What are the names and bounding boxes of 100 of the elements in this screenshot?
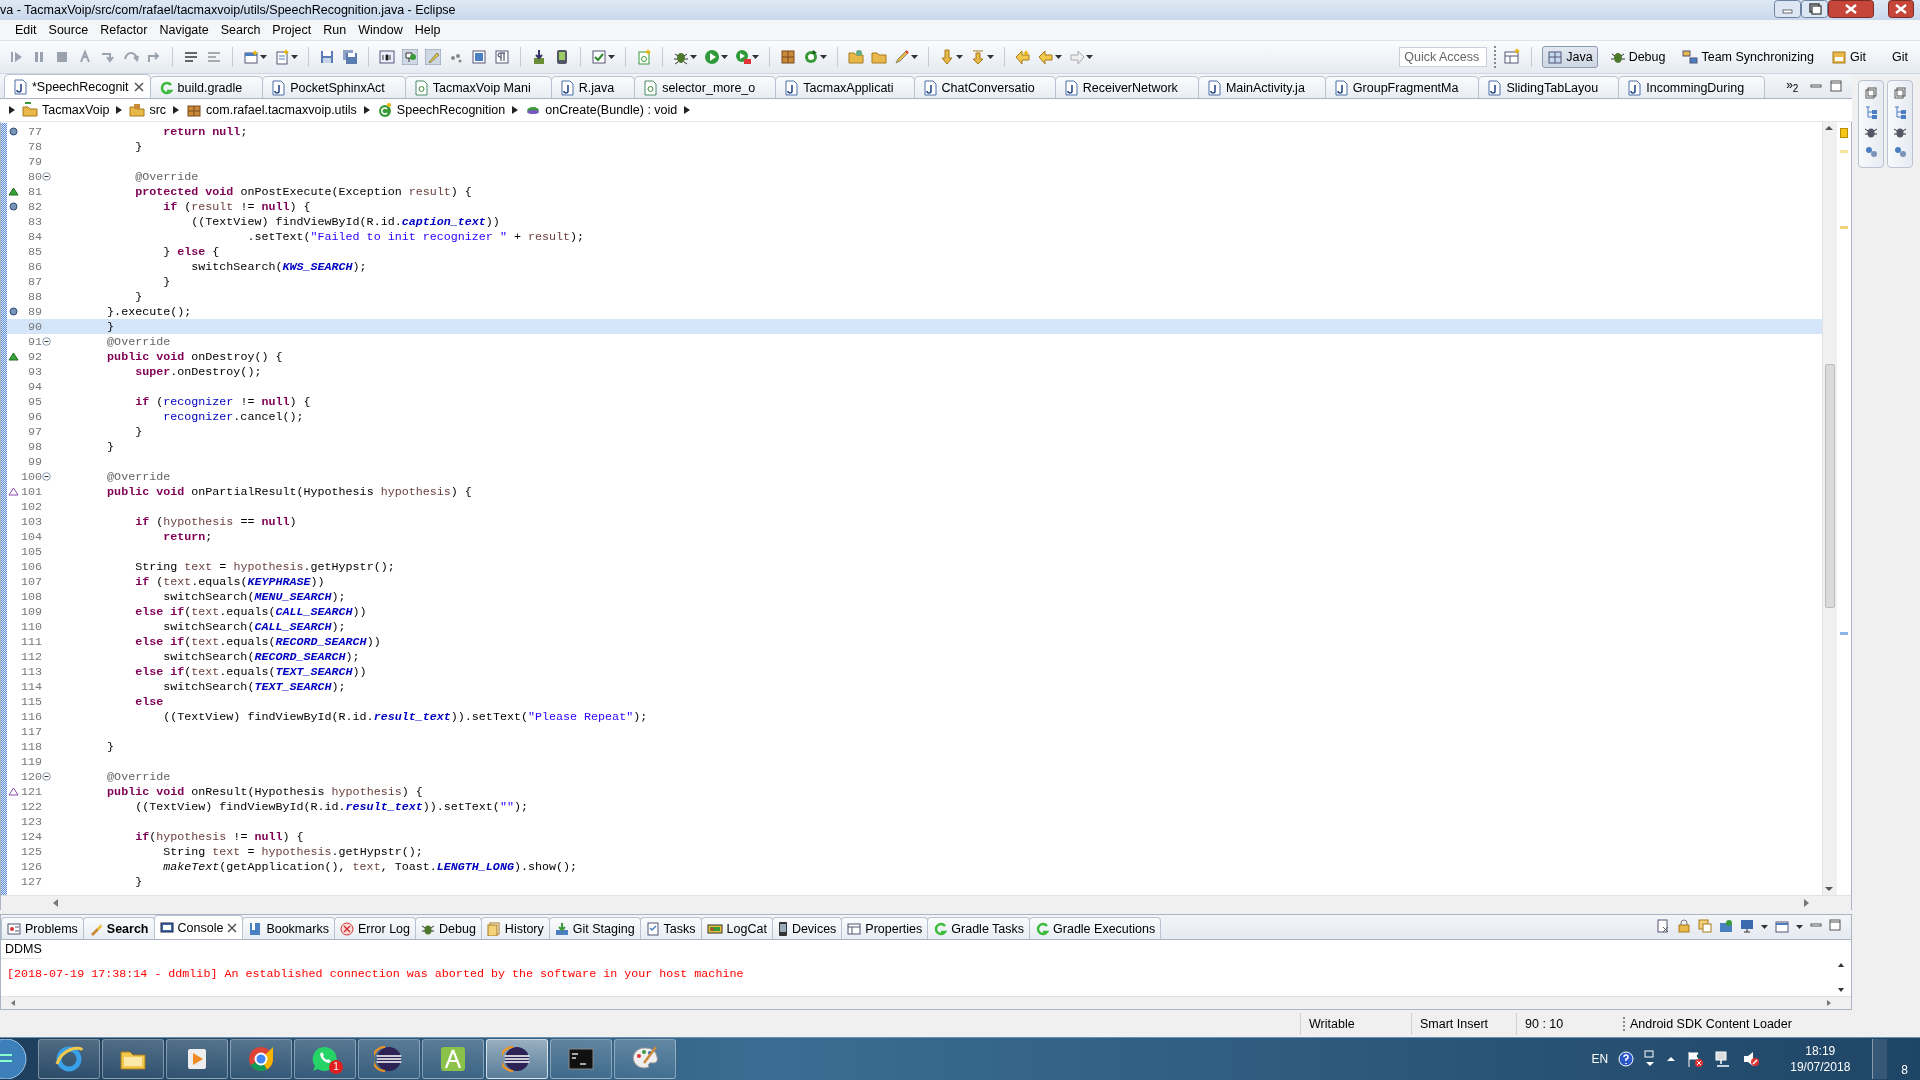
pin-icon[interactable] bbox=[1719, 919, 1733, 933]
view-tab[interactable]: Search bbox=[82, 917, 155, 939]
pencil-icon[interactable] bbox=[894, 49, 910, 65]
taskbar-button[interactable] bbox=[486, 1039, 548, 1079]
back-arrow-icon[interactable] bbox=[1015, 49, 1031, 65]
menu-item[interactable]: Help bbox=[408, 21, 447, 39]
view-tab[interactable]: Git Staging bbox=[548, 917, 641, 939]
up-arrow-icon[interactable] bbox=[1837, 961, 1845, 969]
clear-console-icon[interactable] bbox=[1656, 919, 1670, 933]
menu-item[interactable]: Search bbox=[214, 21, 267, 39]
taskbar-button[interactable] bbox=[38, 1039, 100, 1079]
view-tab[interactable]: Properties bbox=[841, 917, 929, 939]
back-arrow-icon[interactable] bbox=[1038, 49, 1054, 65]
fold-icon[interactable] bbox=[42, 337, 51, 346]
right-arrow-icon[interactable] bbox=[1801, 898, 1811, 908]
checkbox-icon[interactable] bbox=[591, 49, 607, 65]
download-icon[interactable] bbox=[531, 49, 547, 65]
horizontal-scroll-bar[interactable] bbox=[1, 895, 1851, 910]
view-tab[interactable]: Debug bbox=[415, 917, 482, 939]
maximize-icon[interactable] bbox=[1829, 919, 1841, 931]
menu-item[interactable]: Window bbox=[352, 21, 409, 39]
left-arrow-icon[interactable] bbox=[9, 999, 17, 1007]
paragraph-icon[interactable] bbox=[494, 49, 510, 65]
editor-tab[interactable]: selector_more_o bbox=[634, 76, 777, 98]
menu-item[interactable]: Run bbox=[317, 21, 353, 39]
fold-icon[interactable] bbox=[42, 472, 51, 481]
restore-icon[interactable] bbox=[1894, 87, 1906, 99]
horizontal-scroll-bar[interactable] bbox=[1, 996, 1851, 1009]
window-icon[interactable] bbox=[1644, 1050, 1657, 1068]
taskbar-button[interactable]: 1 bbox=[294, 1039, 356, 1079]
fold-icon[interactable] bbox=[42, 772, 51, 781]
breadcrumb-item[interactable]: onCreate(Bundle) : void bbox=[525, 102, 678, 118]
fold-icon[interactable] bbox=[42, 172, 51, 181]
perspective-button[interactable]: Git bbox=[1826, 46, 1871, 68]
chevron-icon[interactable] bbox=[362, 105, 371, 115]
lock-icon[interactable] bbox=[1677, 919, 1691, 933]
close-icon[interactable] bbox=[1888, 0, 1914, 18]
view-tab[interactable]: Gradle Tasks bbox=[927, 917, 1031, 939]
new-file-icon[interactable] bbox=[636, 49, 652, 65]
taskbar-button[interactable] bbox=[422, 1039, 484, 1079]
editor-tab[interactable]: TacmaxVoip Mani bbox=[404, 76, 552, 98]
package-icon[interactable] bbox=[780, 49, 796, 65]
outline-icon[interactable] bbox=[1893, 105, 1907, 119]
binary-icon[interactable] bbox=[379, 49, 395, 65]
folder-icon[interactable] bbox=[848, 49, 864, 65]
breadcrumb-item[interactable]: src bbox=[129, 102, 167, 118]
editor-tab[interactable]: ChatConversatio bbox=[913, 76, 1056, 98]
menu-item[interactable]: Navigate bbox=[153, 21, 215, 39]
editor-tab[interactable]: ReceiverNetwork bbox=[1054, 76, 1199, 98]
play-icon[interactable] bbox=[704, 49, 720, 65]
editor-tab[interactable]: *SpeechRecognit bbox=[4, 74, 151, 98]
lines-icon[interactable] bbox=[183, 49, 199, 65]
breadcrumb-item[interactable]: com.rafael.tacmaxvoip.utils bbox=[186, 102, 357, 118]
editor-tab[interactable]: IncommingDuring bbox=[1618, 76, 1766, 98]
scroll-thumb[interactable] bbox=[1825, 364, 1835, 608]
view-tab[interactable]: Devices bbox=[771, 917, 843, 939]
people-icon[interactable] bbox=[1864, 145, 1878, 159]
save-icon[interactable] bbox=[319, 49, 335, 65]
help-icon[interactable] bbox=[1618, 1051, 1635, 1067]
new-window-icon[interactable] bbox=[243, 49, 259, 65]
perspective-button[interactable]: Team Synchronizing bbox=[1677, 46, 1820, 68]
clock[interactable]: 18:19 19/07/2018 bbox=[1790, 1043, 1851, 1075]
device-icon[interactable] bbox=[554, 49, 570, 65]
editor-tab[interactable]: GroupFragmentMa bbox=[1324, 76, 1480, 98]
menu-item[interactable]: Edit bbox=[9, 21, 43, 39]
maximize-icon[interactable] bbox=[1801, 0, 1828, 18]
breadcrumb-item[interactable]: TacmaxVoip bbox=[22, 102, 110, 118]
view-tab[interactable]: Error Log bbox=[333, 917, 416, 939]
view-tab[interactable]: LogCat bbox=[700, 917, 773, 939]
editor-tab[interactable]: TacmaxApplicati bbox=[775, 76, 915, 98]
play-icon[interactable] bbox=[735, 49, 751, 65]
chevron-icon[interactable] bbox=[683, 105, 692, 115]
editor-tab[interactable]: R.java bbox=[550, 76, 636, 98]
breadcrumb-item[interactable]: SpeechRecognition bbox=[376, 102, 506, 118]
view-tab[interactable]: History bbox=[480, 917, 550, 939]
menu-item[interactable]: Source bbox=[42, 21, 95, 39]
new-window-icon[interactable] bbox=[1775, 919, 1789, 933]
refresh-icon[interactable] bbox=[803, 49, 819, 65]
view-tab[interactable]: Problems bbox=[1, 917, 84, 939]
open-perspective-icon[interactable] bbox=[1503, 48, 1522, 66]
display-icon[interactable] bbox=[1740, 919, 1754, 933]
editor-tab[interactable]: SlidingTabLayou bbox=[1478, 76, 1620, 98]
taskbar-button[interactable] bbox=[550, 1039, 612, 1079]
taskbar-button[interactable] bbox=[102, 1039, 164, 1079]
flag-icon[interactable] bbox=[1686, 1050, 1705, 1068]
taskbar-button[interactable] bbox=[166, 1039, 228, 1079]
chevron-icon[interactable] bbox=[115, 105, 124, 115]
start-orb-icon[interactable] bbox=[0, 1039, 30, 1079]
outline-icon[interactable] bbox=[1864, 105, 1878, 119]
menu-item[interactable]: Refactor bbox=[94, 21, 154, 39]
maximize-icon[interactable] bbox=[1830, 80, 1842, 92]
editor-tab[interactable]: PocketSphinxAct bbox=[262, 76, 406, 98]
restore-icon[interactable] bbox=[1865, 87, 1877, 99]
tabs-overflow-button[interactable]: »$_{2}$ bbox=[1786, 77, 1799, 95]
layout-icon[interactable] bbox=[471, 49, 487, 65]
folder-icon[interactable] bbox=[871, 49, 887, 65]
perspective-button[interactable]: Java bbox=[1542, 46, 1598, 68]
editor-tab[interactable]: MainActivity.ja bbox=[1197, 76, 1326, 98]
close-icon[interactable] bbox=[227, 922, 238, 933]
pin-icon[interactable] bbox=[1698, 919, 1712, 933]
